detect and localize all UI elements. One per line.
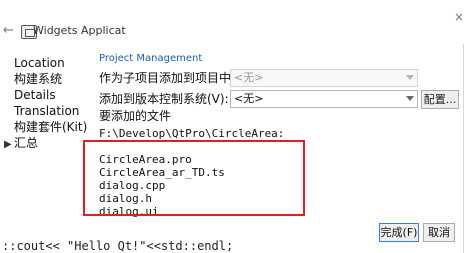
window-title: Widgets Applicat (33, 24, 126, 37)
step-summary: ▶ 汇总 (0, 135, 92, 151)
subproject-value: <无> (234, 71, 264, 84)
step-label: 构建系统 (14, 72, 63, 86)
wizard-steps: Location 构建系统 Details Translation 构建套件(K… (0, 55, 92, 151)
close-icon[interactable]: × (452, 10, 466, 24)
step-label: Location (14, 56, 65, 70)
cancel-button[interactable]: 取消 (423, 223, 455, 242)
chevron-down-icon (406, 75, 414, 80)
step-build-system: 构建系统 (0, 71, 92, 87)
subproject-label: 作为子项目添加到项目中: (99, 71, 236, 85)
subproject-select: <无> (230, 69, 418, 87)
current-step-arrow-icon: ▶ (4, 139, 12, 150)
step-translation: Translation (0, 103, 92, 119)
step-location: Location (0, 55, 92, 71)
files-path: F:\Develop\QtPro\CircleArea: (99, 127, 285, 140)
finish-button[interactable]: 完成(F) (379, 223, 419, 242)
chevron-down-icon (406, 96, 414, 101)
highlight-annotation (83, 140, 305, 216)
editor-code-line: ::cout<< "Hello Qt!"<<std::endl; (2, 239, 234, 253)
dialog-right-border (463, 44, 464, 253)
step-label: 汇总 (14, 136, 39, 150)
vcs-select[interactable]: <无> (230, 90, 418, 108)
files-heading: 要添加的文件 (99, 109, 172, 123)
section-title: Project Management (99, 53, 203, 64)
step-kits: 构建套件(Kit) (0, 119, 92, 135)
step-details: Details (0, 87, 92, 103)
step-label: Details (14, 88, 56, 102)
configure-button[interactable]: 配置... (421, 90, 459, 109)
vcs-label: 添加到版本控制系统(V): (99, 92, 229, 106)
title-bar: ← Widgets Applicat × (0, 0, 474, 44)
background-editor: ::cout<< "Hello Qt!"<<std::endl; (0, 235, 370, 253)
step-label: Translation (14, 104, 80, 118)
arrow-left-icon[interactable]: ← (3, 24, 14, 37)
step-label: 构建套件(Kit) (14, 120, 88, 134)
vcs-value: <无> (234, 92, 264, 105)
